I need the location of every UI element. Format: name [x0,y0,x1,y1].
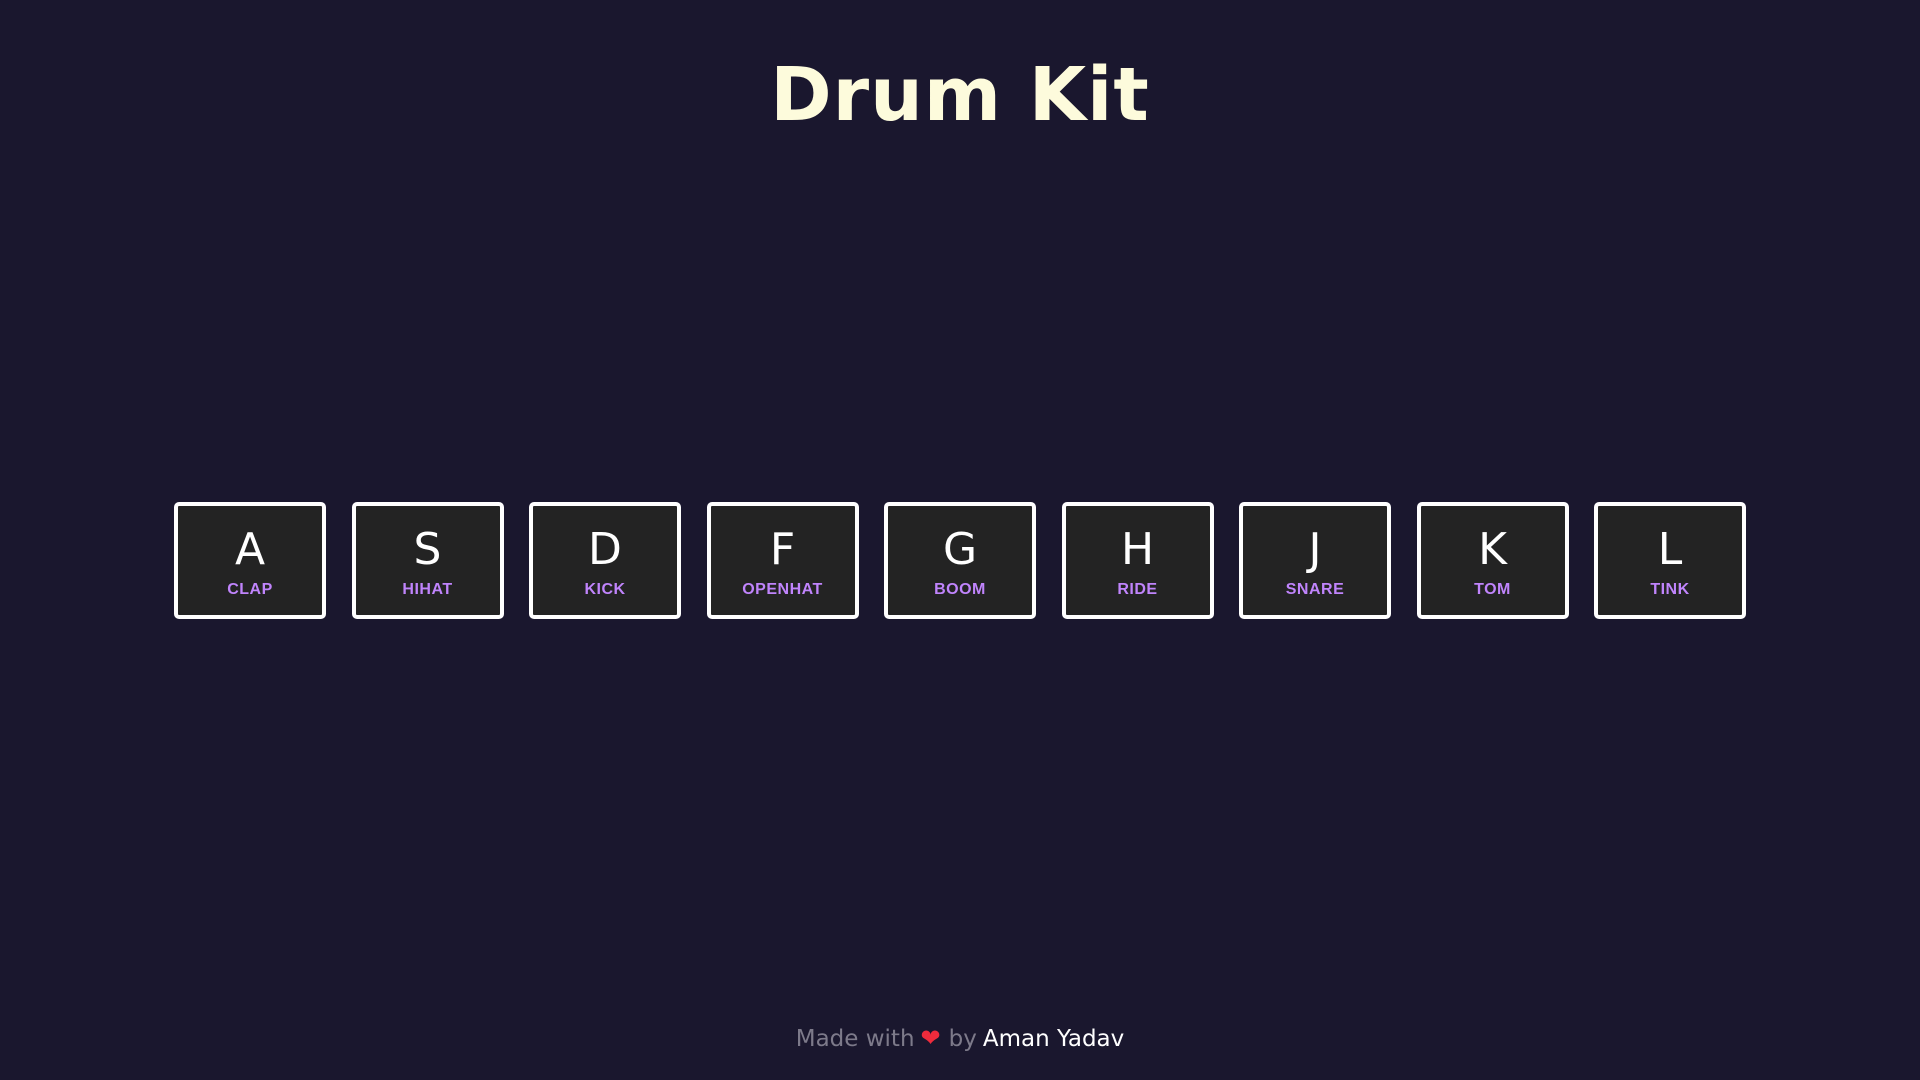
drum-key-j[interactable]: J SNARE [1239,502,1391,619]
footer-made-with: Made with [795,1026,915,1052]
sound-label: BOOM [934,581,986,598]
key-letter: D [588,524,622,575]
key-letter: J [1308,524,1322,575]
drum-key-a[interactable]: A CLAP [174,502,326,619]
heart-icon: ❤ [920,1024,941,1052]
key-letter: F [769,524,796,575]
drum-key-g[interactable]: G BOOM [884,502,1036,619]
key-letter: A [234,524,266,575]
drum-key-l[interactable]: L TINK [1594,502,1746,619]
drum-keys: A CLAP S HIHAT D KICK F OPENHAT G BOOM H… [174,502,1746,619]
sound-label: HIHAT [402,581,453,598]
page-title: Drum Kit [770,52,1150,138]
key-letter: H [1120,524,1155,575]
sound-label: TOM [1474,581,1511,598]
footer-by: by [948,1026,977,1052]
drum-key-f[interactable]: F OPENHAT [706,502,859,619]
key-letter: L [1657,524,1683,575]
sound-label: CLAP [227,581,273,598]
sound-label: KICK [584,581,626,598]
sound-label: RIDE [1117,581,1158,598]
sound-label: OPENHAT [742,581,823,598]
sound-label: TINK [1650,581,1690,598]
key-letter: K [1478,524,1507,575]
drum-key-h[interactable]: H RIDE [1061,502,1214,619]
author-link[interactable]: Aman Yadav [983,1026,1124,1052]
drum-key-s[interactable]: S HIHAT [351,502,504,619]
sound-label: SNARE [1285,581,1345,598]
drum-key-k[interactable]: K TOM [1416,502,1569,619]
key-letter: S [413,524,442,575]
drum-key-d[interactable]: D KICK [529,502,681,619]
footer: Made with ❤ by Aman Yadav [0,1024,1920,1052]
key-letter: G [942,524,978,575]
